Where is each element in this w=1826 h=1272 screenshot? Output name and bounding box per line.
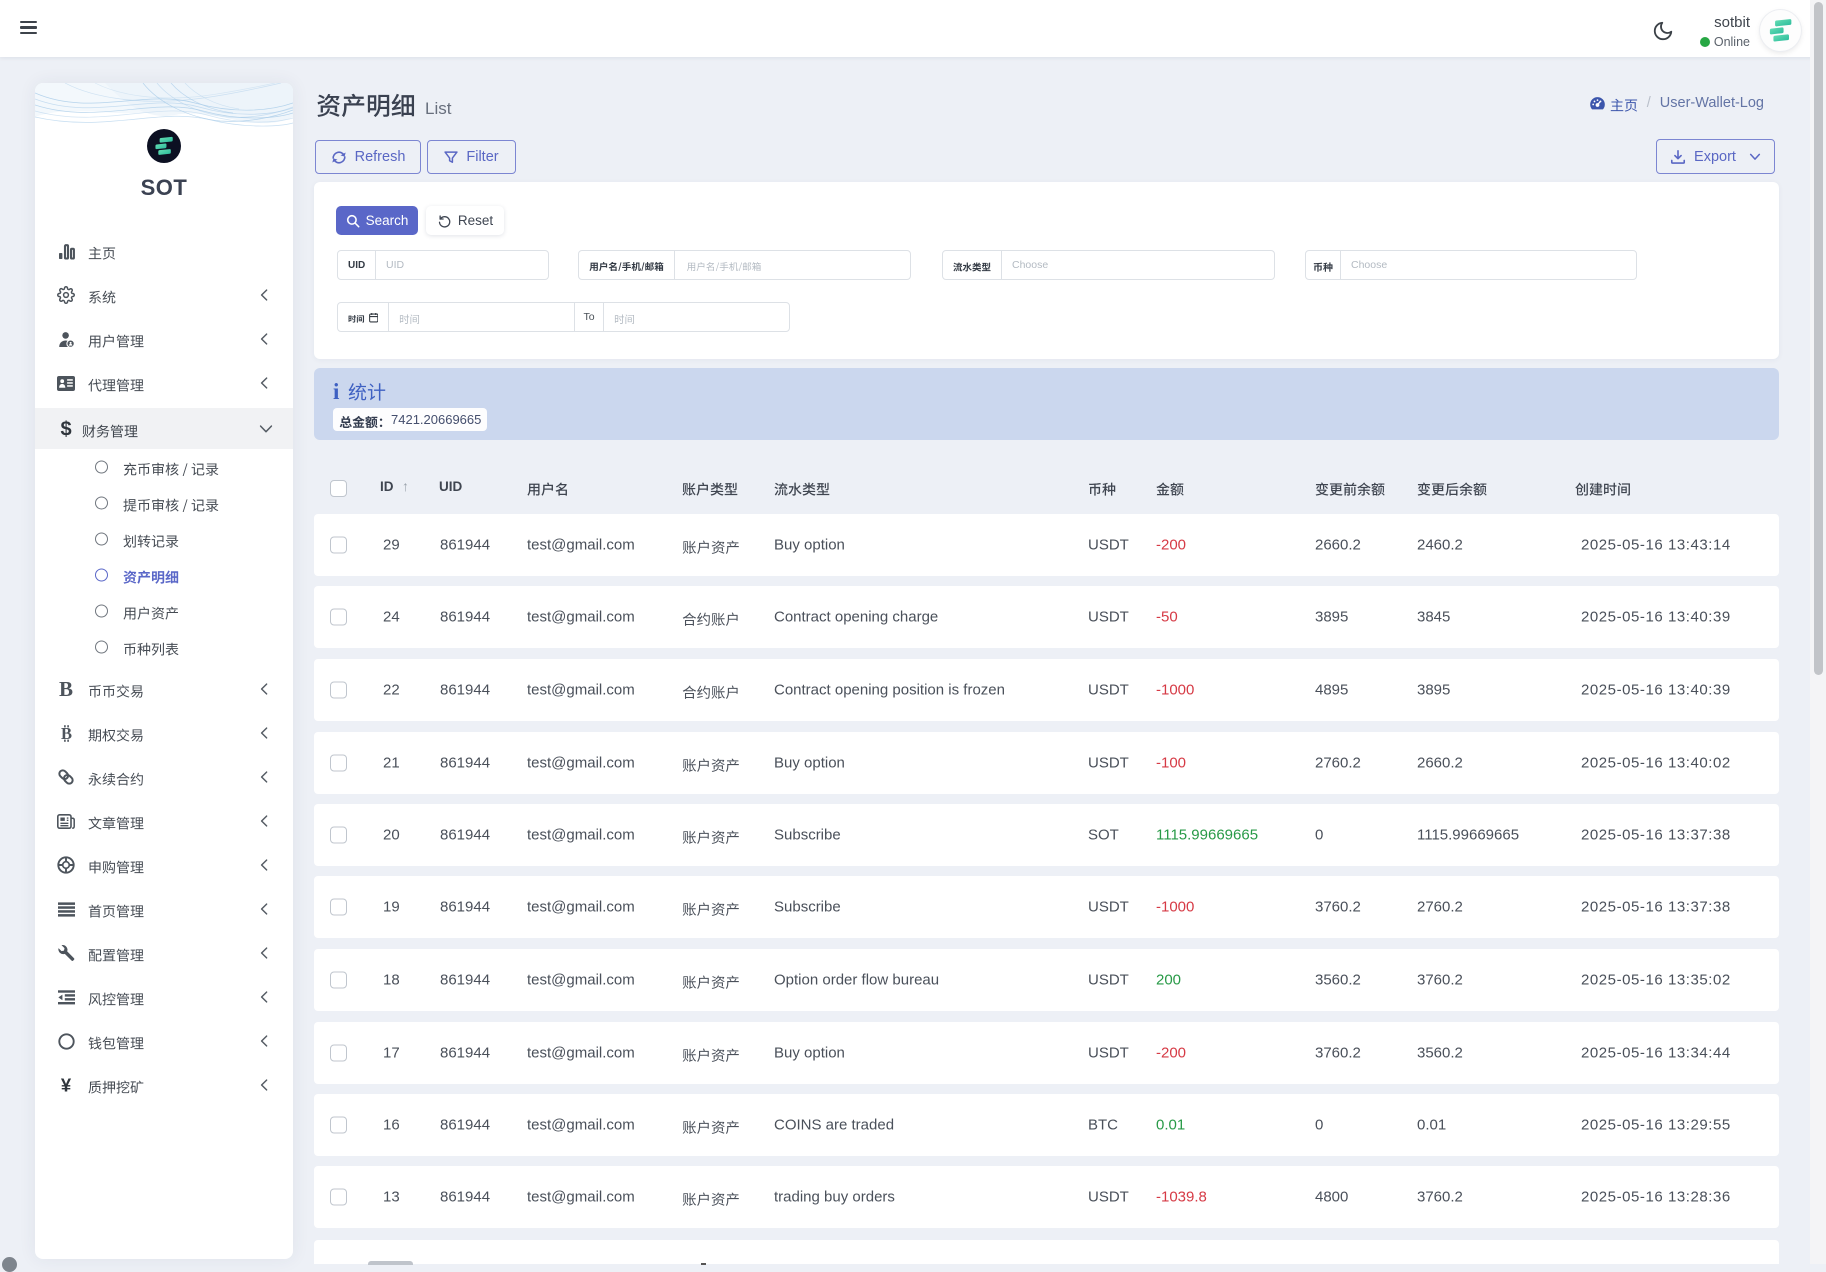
svg-text:B: B (59, 680, 73, 699)
svg-text:$: $ (60, 419, 71, 439)
svg-text:B: B (60, 724, 71, 743)
svg-text:¥: ¥ (61, 1076, 72, 1095)
